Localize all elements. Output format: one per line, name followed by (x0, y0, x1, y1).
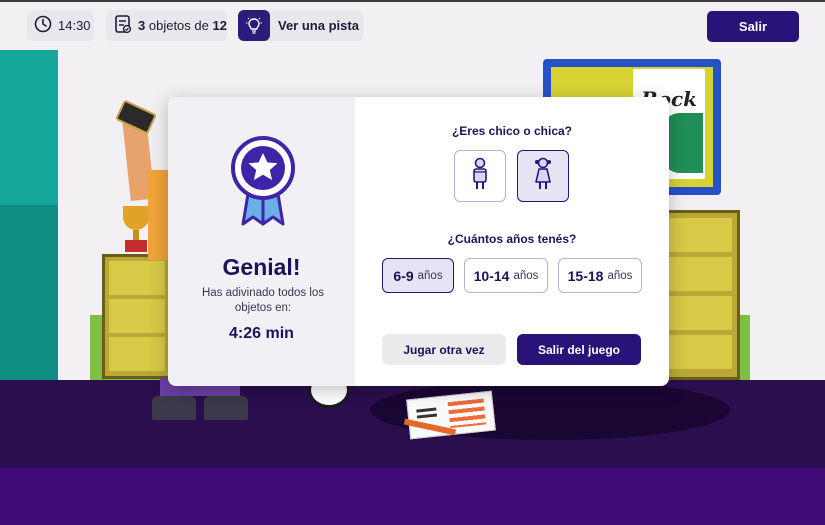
girl-icon (531, 157, 555, 196)
timer-pill: 14:30 (27, 10, 94, 41)
timer-value: 14:30 (58, 18, 91, 33)
lightbulb-icon (238, 10, 270, 41)
age-option-6-9[interactable]: 6-9 años (382, 258, 454, 293)
objects-counter-pill: 3 objetos de 12 (106, 10, 227, 41)
teal-wall-panel (0, 50, 58, 385)
quit-game-button[interactable]: Salir del juego (517, 334, 641, 365)
result-description: Has adivinado todos los objetos en: (201, 287, 325, 314)
gender-option-girl[interactable] (517, 150, 569, 202)
profile-panel: ¿Eres chico o chica? ¿Cuántos años tenés… (355, 97, 669, 386)
age-question: ¿Cuántos años tenés? (447, 232, 577, 246)
objects-middle-text: objetos de (148, 18, 209, 33)
hint-label: Ver una pista (278, 18, 359, 33)
objects-total: 12 (212, 18, 227, 33)
result-dialog: Genial! Has adivinado todos los objetos … (168, 97, 669, 386)
medal-star-icon (229, 136, 297, 228)
floor-front (0, 468, 825, 525)
age-option-10-14[interactable]: 10-14 años (464, 258, 548, 293)
gender-question: ¿Eres chico o chica? (451, 124, 573, 138)
age-range: 6-9 (393, 267, 414, 284)
boy-icon (469, 157, 491, 196)
result-title: Genial! (222, 254, 301, 280)
gender-option-boy[interactable] (454, 150, 506, 202)
result-time: 4:26 min (229, 325, 294, 342)
age-range: 15-18 (567, 267, 604, 284)
play-again-button[interactable]: Jugar otra vez (382, 334, 506, 365)
hint-button[interactable]: Ver una pista (238, 10, 363, 41)
age-unit: años (607, 269, 633, 282)
objects-found: 3 (138, 18, 146, 33)
dresser-left (102, 254, 172, 379)
kid-shoe-right (204, 396, 248, 420)
kid-shoe-left (152, 396, 196, 420)
age-unit: años (417, 269, 443, 282)
exit-button[interactable]: Salir (707, 11, 799, 42)
top-bar: 14:30 3 objetos de 12 Ver una pista Sali… (0, 0, 825, 50)
result-panel: Genial! Has adivinado todos los objetos … (168, 97, 355, 386)
checklist-icon (114, 14, 132, 37)
kid-shirt (148, 170, 170, 260)
clock-icon (34, 15, 52, 36)
age-unit: años (513, 269, 539, 282)
age-option-15-18[interactable]: 15-18 años (558, 258, 642, 293)
age-range: 10-14 (473, 267, 510, 284)
